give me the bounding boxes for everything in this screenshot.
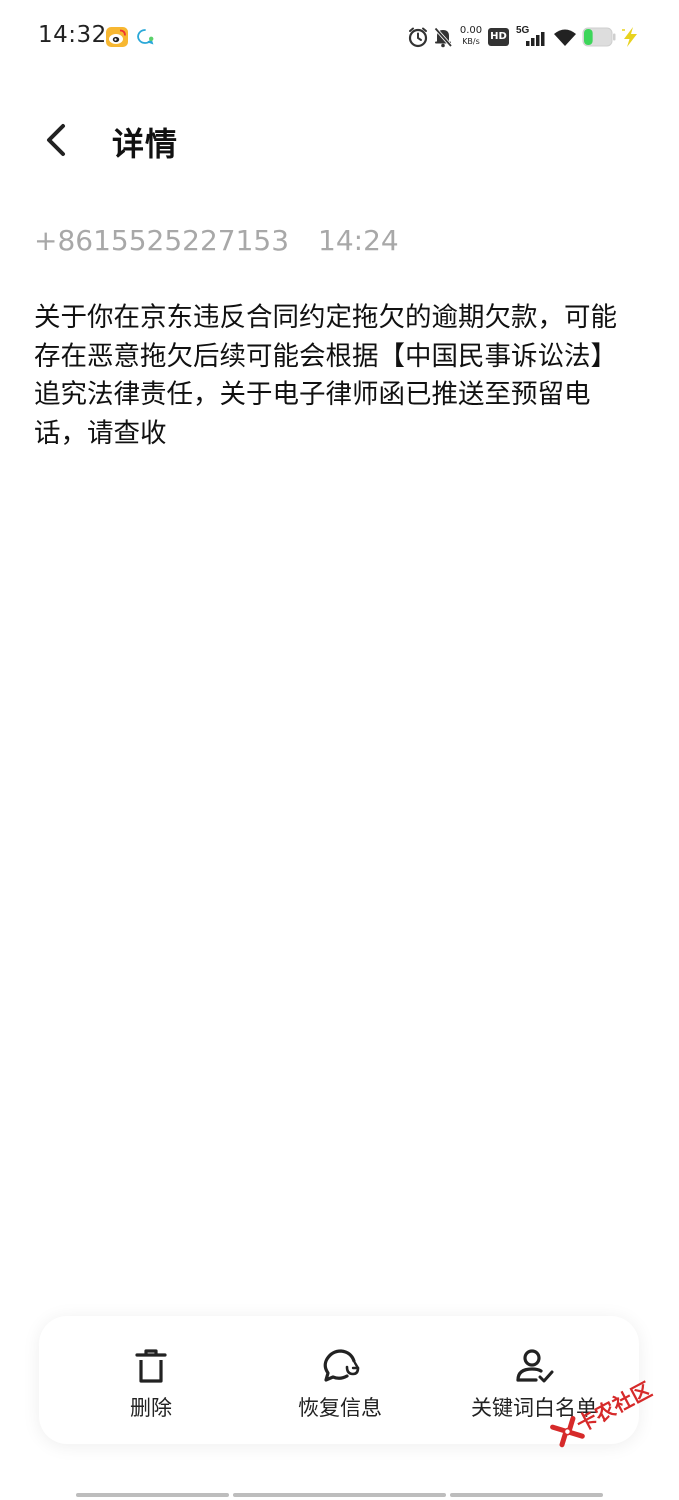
weibo-icon bbox=[106, 27, 128, 47]
message-body[interactable]: 关于你在京东违反合同约定拖欠的逾期欠款，可能存在恶意拖欠后续可能会根据【中国民事… bbox=[34, 299, 634, 453]
restore-message-button[interactable]: 恢复信息 bbox=[260, 1316, 420, 1444]
nav-handle-right bbox=[450, 1493, 603, 1497]
chevron-left-icon bbox=[47, 124, 65, 156]
message-time: 14:24 bbox=[318, 224, 399, 257]
wifi-icon bbox=[554, 29, 576, 46]
nav-handle-center bbox=[233, 1493, 446, 1497]
back-button[interactable] bbox=[30, 115, 80, 165]
sender-number[interactable]: +8615525227153 bbox=[34, 224, 289, 257]
mute-icon bbox=[434, 27, 453, 48]
network-speed: 0.00 KB/s bbox=[457, 25, 485, 47]
signal-label: 5G bbox=[516, 25, 530, 36]
trash-icon bbox=[135, 1349, 167, 1383]
page-title: 详情 bbox=[112, 125, 179, 163]
keyword-whitelist-icon bbox=[516, 1349, 554, 1383]
nav-handle-left bbox=[76, 1493, 229, 1497]
delete-label: 删除 bbox=[130, 1396, 172, 1420]
hd-icon: HD bbox=[488, 28, 509, 46]
restore-message-icon bbox=[323, 1349, 360, 1382]
message-notification-icon bbox=[137, 29, 154, 45]
battery-icon bbox=[582, 27, 616, 47]
status-bar: 14:32 0.00 KB/s HD 5G bbox=[0, 0, 679, 76]
status-time: 14:32 bbox=[38, 22, 107, 48]
alarm-icon bbox=[408, 27, 428, 48]
charging-icon bbox=[622, 27, 637, 47]
delete-button[interactable]: 删除 bbox=[71, 1316, 231, 1444]
restore-message-label: 恢复信息 bbox=[298, 1396, 382, 1420]
network-speed-unit: KB/s bbox=[462, 37, 480, 46]
signal-icon: 5G bbox=[516, 25, 545, 46]
network-speed-value: 0.00 bbox=[459, 25, 483, 36]
